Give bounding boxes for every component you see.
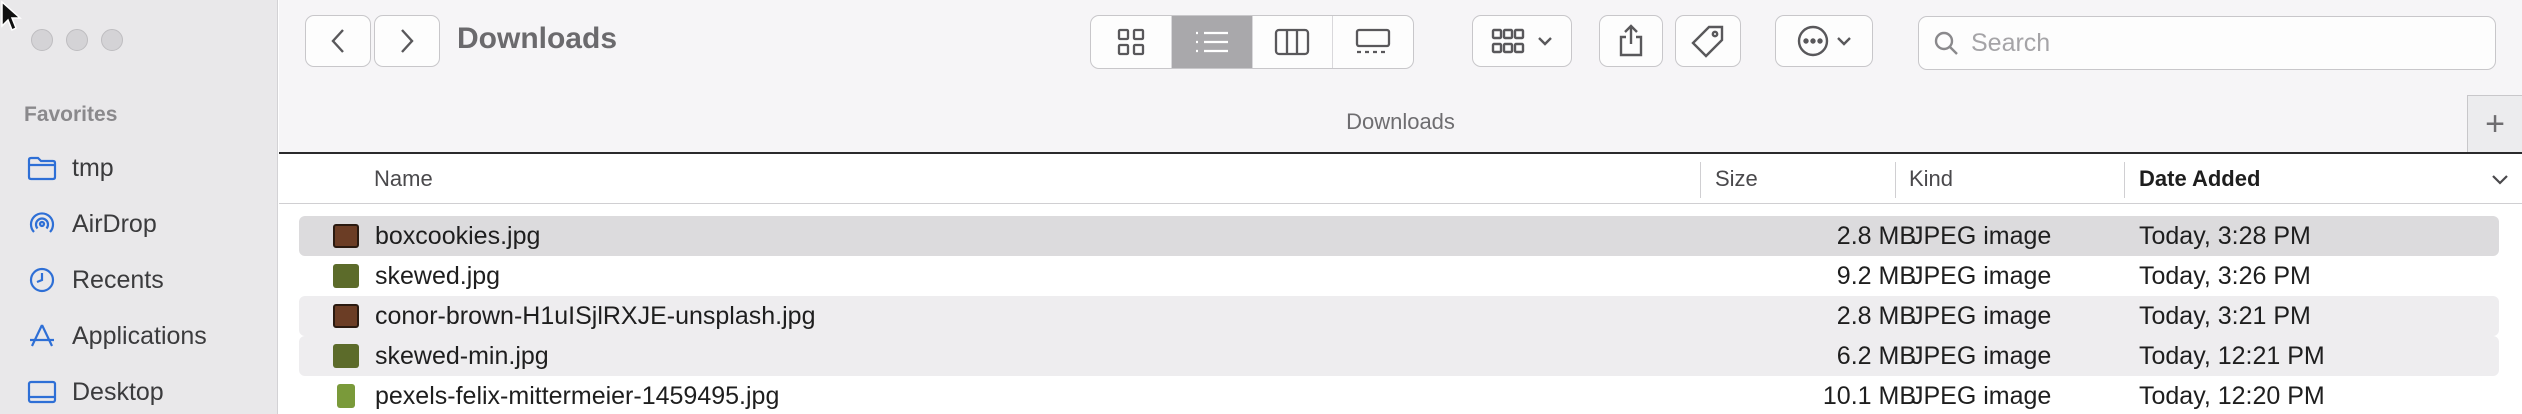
file-date-added: Today, 3:26 PM — [2139, 261, 2311, 290]
group-by-button[interactable] — [1472, 15, 1572, 67]
chevron-right-icon — [401, 29, 414, 53]
sidebar-item-label: Desktop — [72, 377, 164, 406]
column-divider[interactable] — [2124, 162, 2125, 198]
file-name: skewed.jpg — [375, 261, 501, 290]
file-kind: JPEG image — [1911, 261, 2052, 290]
file-name: boxcookies.jpg — [375, 221, 541, 250]
file-date-added: Today, 12:21 PM — [2139, 341, 2325, 370]
image-thumbnail-icon — [337, 384, 355, 408]
airdrop-icon — [26, 208, 58, 240]
sidebar-item-label: tmp — [72, 153, 114, 182]
file-kind: JPEG image — [1911, 381, 2052, 410]
grid-icon — [1117, 28, 1145, 56]
sidebar-item-desktop[interactable]: Desktop — [0, 364, 278, 414]
window-controls — [31, 29, 123, 51]
column-header-name[interactable]: Name — [374, 166, 433, 192]
mouse-pointer-icon — [1, 0, 22, 32]
file-kind: JPEG image — [1911, 341, 2052, 370]
image-thumbnail-icon — [333, 224, 359, 248]
sidebar-item-label: AirDrop — [72, 209, 157, 238]
file-list: boxcookies.jpg 2.8 MB JPEG image Today, … — [299, 216, 2499, 414]
view-mode-selector — [1090, 15, 1414, 69]
tags-button[interactable] — [1675, 15, 1741, 67]
folder-icon — [26, 152, 58, 184]
sidebar-item-applications[interactable]: Applications — [0, 308, 278, 364]
column-header-date-added[interactable]: Date Added — [2139, 166, 2260, 192]
ellipsis-circle-icon — [1797, 25, 1829, 57]
column-header-size[interactable]: Size — [1715, 166, 1758, 192]
forward-button[interactable] — [374, 15, 440, 67]
search-icon — [1934, 31, 1958, 55]
file-size: 2.8 MB — [1836, 301, 1916, 330]
window-title: Downloads — [457, 22, 618, 55]
path-bar-title: Downloads — [1346, 109, 1455, 134]
file-row[interactable]: boxcookies.jpg 2.8 MB JPEG image Today, … — [299, 216, 2499, 256]
search-input[interactable] — [1971, 28, 2471, 58]
sidebar-item-tmp[interactable]: tmp — [0, 140, 278, 196]
add-tab-button[interactable]: + — [2467, 95, 2522, 152]
desktop-icon — [26, 376, 58, 408]
chevron-down-icon — [1837, 37, 1851, 46]
sidebar-item-recents[interactable]: Recents — [0, 252, 278, 308]
chevron-down-icon — [1538, 37, 1552, 46]
column-header-bar: Name Size Kind Date Added — [279, 152, 2522, 204]
list-view-button[interactable] — [1171, 16, 1253, 68]
zoom-window-button[interactable] — [101, 29, 123, 51]
file-name: conor-brown-H1uISjlRXJE-unsplash.jpg — [375, 301, 816, 330]
file-kind: JPEG image — [1911, 221, 2052, 250]
image-thumbnail-icon — [333, 304, 359, 328]
file-size: 6.2 MB — [1836, 341, 1916, 370]
close-window-button[interactable] — [31, 29, 53, 51]
file-name: pexels-felix-mittermeier-1459495.jpg — [375, 381, 780, 410]
column-header-kind[interactable]: Kind — [1909, 166, 1953, 192]
back-button[interactable] — [305, 15, 371, 67]
sort-chevron-down-icon[interactable] — [2491, 173, 2509, 185]
file-date-added: Today, 12:20 PM — [2139, 381, 2325, 410]
file-row[interactable]: skewed.jpg 9.2 MB JPEG image Today, 3:26… — [299, 256, 2499, 296]
sidebar-item-airdrop[interactable]: AirDrop — [0, 196, 278, 252]
columns-icon — [1275, 28, 1310, 56]
favorites-section-label: Favorites — [24, 103, 118, 126]
sidebar-item-label: Recents — [72, 265, 164, 294]
column-divider[interactable] — [1895, 162, 1896, 198]
column-view-button[interactable] — [1253, 16, 1334, 68]
file-date-added: Today, 3:28 PM — [2139, 221, 2311, 250]
file-size: 9.2 MB — [1836, 261, 1916, 290]
column-divider[interactable] — [1700, 162, 1701, 198]
group-grid-icon — [1491, 28, 1525, 54]
file-kind: JPEG image — [1911, 301, 2052, 330]
file-name: skewed-min.jpg — [375, 341, 549, 370]
favorites-list: tmp AirDrop Recents Applications Desktop — [0, 140, 278, 414]
file-row[interactable]: pexels-felix-mittermeier-1459495.jpg 10.… — [299, 376, 2499, 414]
image-thumbnail-icon — [333, 344, 359, 368]
clock-icon — [26, 264, 58, 296]
sidebar-item-label: Applications — [72, 321, 207, 350]
minimize-window-button[interactable] — [66, 29, 88, 51]
chevron-left-icon — [331, 29, 344, 53]
tag-icon — [1691, 25, 1724, 58]
share-button[interactable] — [1599, 15, 1663, 67]
search-field[interactable] — [1918, 16, 2496, 70]
more-actions-button[interactable] — [1775, 15, 1873, 67]
share-icon — [1619, 24, 1643, 57]
file-size: 10.1 MB — [1822, 381, 1916, 410]
icon-view-button[interactable] — [1091, 16, 1172, 68]
gallery-icon — [1355, 28, 1391, 54]
file-row[interactable]: conor-brown-H1uISjlRXJE-unsplash.jpg 2.8… — [299, 296, 2499, 336]
file-row[interactable]: skewed-min.jpg 6.2 MB JPEG image Today, … — [299, 336, 2499, 376]
sidebar: Favorites tmp AirDrop Recents Applicatio… — [0, 0, 278, 414]
applications-icon — [26, 320, 58, 352]
image-thumbnail-icon — [333, 264, 359, 288]
gallery-view-button[interactable] — [1333, 16, 1413, 68]
list-icon — [1195, 31, 1228, 53]
file-date-added: Today, 3:21 PM — [2139, 301, 2311, 330]
file-size: 2.8 MB — [1836, 221, 1916, 250]
toolbar: Downloads Downloads + — [279, 0, 2522, 152]
